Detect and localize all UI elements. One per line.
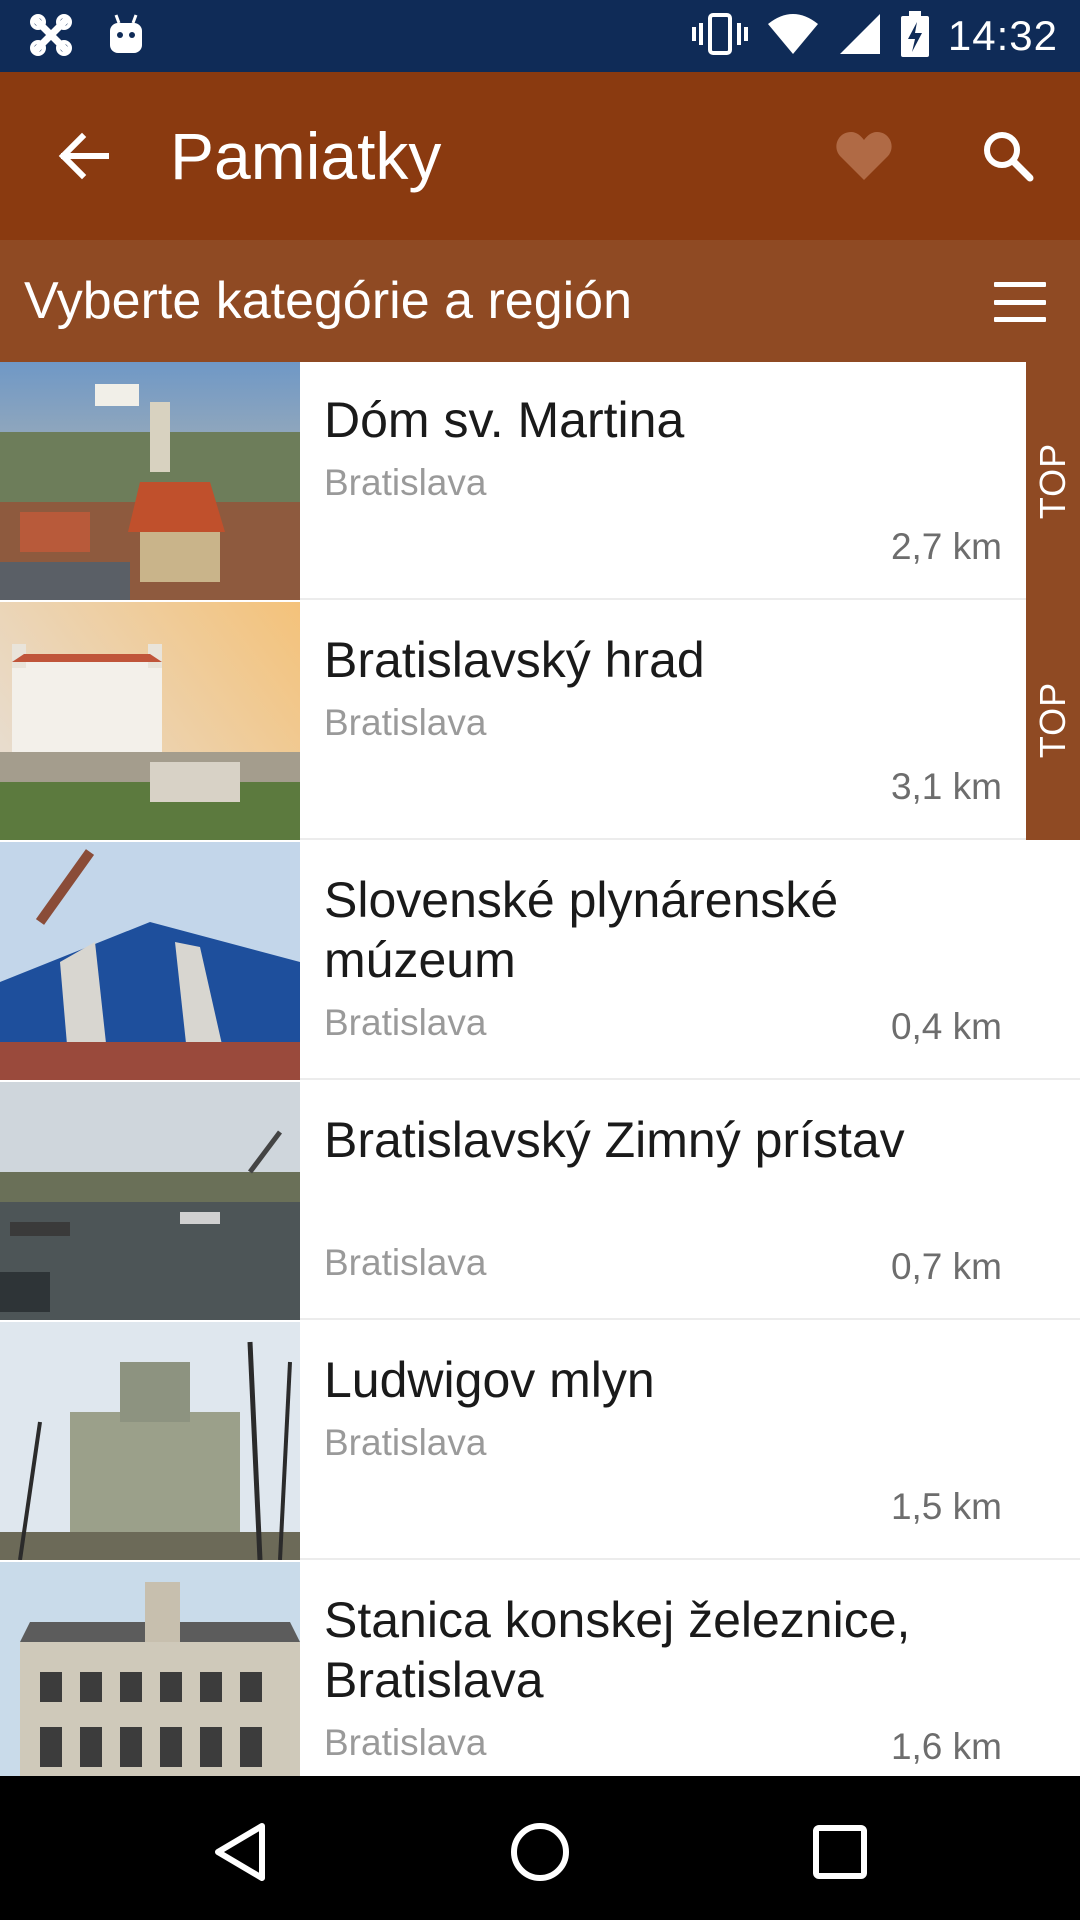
landmark-title: Slovenské plynárenské múzeum — [324, 872, 839, 988]
nav-home-icon — [511, 1823, 569, 1881]
landmark-region: Bratislava — [324, 462, 487, 503]
vibrate-icon — [691, 11, 748, 62]
landmark-region: Bratislava — [324, 1242, 487, 1283]
status-right: 14:32 — [691, 8, 1058, 64]
back-button[interactable] — [44, 116, 124, 196]
landmark-distance: 1,6 km — [890, 1726, 1002, 1767]
landmark-distance: 0,7 km — [890, 1246, 1002, 1287]
search-icon — [984, 132, 1034, 182]
landmark-photo — [0, 602, 300, 840]
top-badge-label: TOP — [1032, 442, 1073, 520]
list-item[interactable]: Ludwigov mlyn Bratislava 1,5 km — [0, 1322, 1080, 1560]
landmark-photo — [0, 842, 300, 1080]
landmark-region: Bratislava — [324, 1422, 487, 1463]
app-toolbar: Pamiatky — [0, 72, 1080, 240]
battery-charging-icon — [900, 10, 930, 63]
nav-back-button[interactable] — [200, 1812, 280, 1892]
landmark-photo — [0, 1322, 300, 1560]
clock: 14:32 — [947, 12, 1058, 59]
nav-home-button[interactable] — [500, 1812, 580, 1892]
landmark-photo — [0, 1082, 300, 1320]
page-title: Pamiatky — [170, 119, 442, 193]
list-item[interactable]: Dóm sv. Martina Bratislava 2,7 km TOP — [0, 362, 1080, 600]
android-icon — [106, 13, 146, 62]
landmark-distance: 3,1 km — [890, 766, 1002, 807]
status-left — [28, 12, 146, 63]
hamburger-icon[interactable] — [988, 272, 1052, 332]
landmark-region: Bratislava — [324, 1002, 487, 1043]
landmark-photo — [0, 1562, 300, 1776]
landmark-distance: 2,7 km — [890, 526, 1002, 567]
search-button[interactable] — [968, 116, 1048, 196]
status-bar: 14:32 — [0, 0, 1080, 72]
list-item[interactable]: Bratislavský hrad Bratislava 3,1 km TOP — [0, 600, 1080, 840]
heart-icon — [836, 132, 892, 180]
landmark-region: Bratislava — [324, 1722, 487, 1763]
landmark-distance: 1,5 km — [890, 1486, 1002, 1527]
landmark-title: Bratislavský hrad — [324, 632, 705, 688]
wifi-icon — [766, 12, 820, 61]
landmark-photo — [0, 362, 300, 600]
favorites-button[interactable] — [824, 116, 904, 196]
landmark-title: Ludwigov mlyn — [324, 1352, 655, 1408]
landmark-list[interactable]: Dóm sv. Martina Bratislava 2,7 km TOP Br… — [0, 362, 1080, 1776]
nav-recents-icon — [813, 1825, 867, 1879]
category-region-label: Vyberte kategórie a región — [24, 272, 633, 330]
category-region-bar[interactable]: Vyberte kategórie a región — [0, 240, 1080, 362]
landmark-title: Bratislavský Zimný prístav — [324, 1112, 905, 1168]
landmark-title: Stanica konskej železnice, Bratislava — [324, 1592, 911, 1708]
list-item[interactable]: Slovenské plynárenské múzeum Bratislava … — [0, 842, 1080, 1080]
list-item[interactable]: Bratislavský Zimný prístav Bratislava 0,… — [0, 1082, 1080, 1320]
arrow-left-icon — [58, 132, 109, 180]
system-navigation-bar — [0, 1776, 1080, 1920]
list-item[interactable]: Stanica konskej železnice, Bratislava Br… — [0, 1562, 1080, 1776]
nav-back-icon — [215, 1823, 265, 1881]
app-x-icon — [28, 12, 74, 63]
landmark-title: Dóm sv. Martina — [324, 392, 685, 448]
nav-recents-button[interactable] — [800, 1812, 880, 1892]
top-badge: TOP — [1026, 362, 1080, 600]
signal-icon — [838, 12, 882, 61]
landmark-region: Bratislava — [324, 702, 487, 743]
landmark-distance: 0,4 km — [890, 1006, 1002, 1047]
top-badge: TOP — [1026, 600, 1080, 840]
top-badge-label: TOP — [1032, 681, 1073, 759]
